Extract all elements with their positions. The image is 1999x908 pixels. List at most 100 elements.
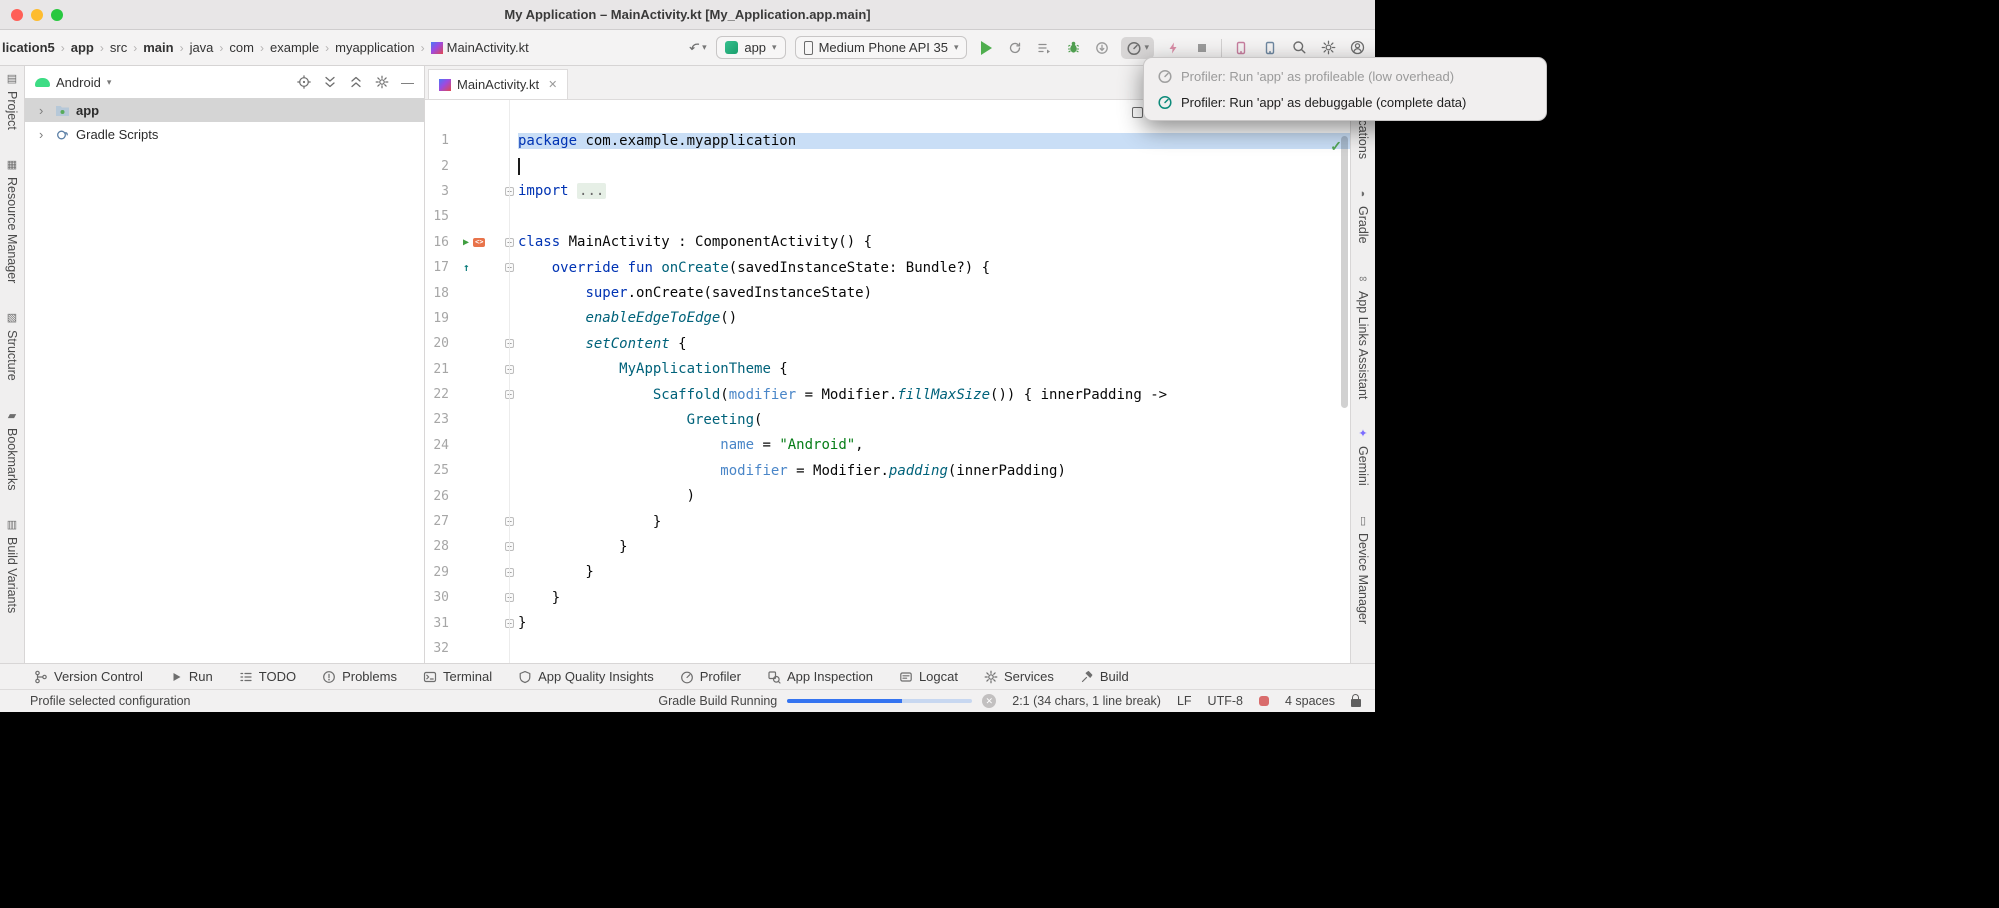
fold-marker-icon[interactable]: − — [505, 619, 514, 628]
breadcrumb-example[interactable]: example — [270, 40, 319, 55]
run-with-coverage-icon[interactable] — [1092, 37, 1112, 59]
fold-marker-icon[interactable]: − — [505, 263, 514, 272]
code-text[interactable]: MyApplicationTheme { — [518, 361, 1350, 377]
expand-all-icon[interactable] — [323, 75, 337, 89]
fold-marker-icon[interactable]: − — [505, 517, 514, 526]
line-number[interactable]: 3 — [425, 184, 455, 199]
code-text[interactable]: } — [518, 514, 1350, 530]
code-line-29[interactable]: 29 − } — [425, 560, 1350, 585]
tree-item-app[interactable]: ›app — [25, 98, 424, 122]
chevron-right-icon[interactable]: › — [39, 127, 49, 142]
line-separator-widget[interactable]: LF — [1177, 694, 1192, 708]
line-number[interactable]: 15 — [425, 209, 455, 224]
line-number[interactable]: 18 — [425, 286, 455, 301]
tool-window-button-version-control[interactable]: Version Control — [34, 669, 143, 684]
code-line-3[interactable]: 3−import ... — [425, 179, 1350, 204]
tool-window-button-terminal[interactable]: Terminal — [423, 669, 492, 684]
fold-marker-icon[interactable]: − — [505, 542, 514, 551]
code-line-19[interactable]: 19 enableEdgeToEdge() — [425, 306, 1350, 331]
account-avatar-icon[interactable] — [1347, 37, 1367, 59]
line-number[interactable]: 26 — [425, 489, 455, 504]
line-number[interactable]: 22 — [425, 387, 455, 402]
rerun-button[interactable] — [1005, 37, 1025, 59]
compose-preview-gutter-icon[interactable]: <> — [473, 238, 485, 247]
run-options-icon[interactable] — [1034, 37, 1054, 59]
code-editor[interactable]: 1 package com.example.myapplication 2 3−imp… — [425, 100, 1350, 663]
settings-icon[interactable] — [1318, 37, 1338, 59]
code-line-24[interactable]: 24 name = "Android", — [425, 433, 1350, 458]
vcs-widget-icon[interactable]: ▾ — [687, 37, 707, 59]
code-text[interactable]: class MainActivity : ComponentActivity()… — [518, 234, 1350, 250]
line-number[interactable]: 29 — [425, 565, 455, 580]
code-line-25[interactable]: 25 modifier = Modifier.padding(innerPadd… — [425, 458, 1350, 483]
line-number[interactable]: 16 — [425, 235, 455, 250]
breadcrumb-app[interactable]: app — [71, 40, 94, 55]
code-line-15[interactable]: 15 — [425, 204, 1350, 229]
line-number[interactable]: 17 — [425, 260, 455, 275]
stop-button[interactable] — [1192, 37, 1212, 59]
code-text[interactable]: super.onCreate(savedInstanceState) — [518, 285, 1350, 301]
line-number[interactable]: 32 — [425, 641, 455, 656]
line-number[interactable]: 20 — [425, 336, 455, 351]
cancel-build-icon[interactable]: ✕ — [982, 694, 996, 708]
panel-settings-icon[interactable] — [375, 75, 389, 89]
code-text[interactable]: } — [518, 615, 1350, 631]
device-manager-icon[interactable] — [1260, 37, 1280, 59]
code-text[interactable]: } — [518, 564, 1350, 580]
code-line-26[interactable]: 26 ) — [425, 483, 1350, 508]
overriding-method-gutter-icon[interactable]: ↑ — [463, 261, 470, 274]
search-everywhere-icon[interactable] — [1289, 37, 1309, 59]
close-window-button[interactable] — [11, 9, 23, 21]
tool-window-button-profiler[interactable]: Profiler — [680, 669, 741, 684]
project-view-selector[interactable]: Android — [56, 75, 101, 90]
breadcrumb-src[interactable]: src — [110, 40, 127, 55]
running-devices-icon[interactable] — [1231, 37, 1251, 59]
fold-marker-icon[interactable]: − — [505, 390, 514, 399]
code-text[interactable]: setContent { — [518, 336, 1350, 352]
run-button[interactable] — [976, 37, 996, 59]
line-number[interactable]: 23 — [425, 412, 455, 427]
hide-panel-icon[interactable]: — — [401, 75, 414, 90]
run-configuration-select[interactable]: app ▾ — [716, 36, 785, 59]
line-number[interactable]: 31 — [425, 616, 455, 631]
fold-marker-icon[interactable]: − — [505, 568, 514, 577]
code-text[interactable]: package com.example.myapplication — [518, 133, 1350, 149]
line-number[interactable]: 24 — [425, 438, 455, 453]
zoom-window-button[interactable] — [51, 9, 63, 21]
run-gutter-icon[interactable]: ▶ — [463, 237, 469, 248]
code-text[interactable]: Scaffold(modifier = Modifier.fillMaxSize… — [518, 387, 1350, 403]
tool-window-button-build[interactable]: Build — [1080, 669, 1129, 684]
tool-stripe-build-variants[interactable]: ▥Build Variants — [5, 520, 19, 613]
line-number[interactable]: 1 — [425, 133, 455, 148]
fold-marker-icon[interactable]: − — [505, 339, 514, 348]
tool-window-button-problems[interactable]: Problems — [322, 669, 397, 684]
tool-stripe-project[interactable]: ▤Project — [5, 74, 19, 130]
code-text[interactable]: } — [518, 539, 1350, 555]
tool-window-button-services[interactable]: Services — [984, 669, 1054, 684]
tree-item-gradle-scripts[interactable]: ›Gradle Scripts — [25, 122, 424, 146]
fold-marker-icon[interactable]: − — [505, 365, 514, 374]
code-line-30[interactable]: 30− } — [425, 585, 1350, 610]
profiler-button[interactable]: ▾ — [1121, 37, 1154, 59]
code-line-31[interactable]: 31 −} — [425, 610, 1350, 635]
code-line-23[interactable]: 23 Greeting( — [425, 407, 1350, 432]
code-text[interactable]: enableEdgeToEdge() — [518, 310, 1350, 326]
tool-stripe-app-links-assistant[interactable]: ∞App Links Assistant — [1356, 274, 1370, 399]
line-number[interactable]: 30 — [425, 590, 455, 605]
code-line-16[interactable]: 16 ▶ <> −class MainActivity : ComponentActi… — [425, 230, 1350, 255]
code-line-28[interactable]: 28− } — [425, 534, 1350, 559]
breadcrumb-myapplication[interactable]: myapplication — [335, 40, 415, 55]
breadcrumb-com[interactable]: com — [229, 40, 254, 55]
device-select[interactable]: Medium Phone API 35 ▾ — [795, 36, 968, 59]
minimize-window-button[interactable] — [31, 9, 43, 21]
breadcrumb-main[interactable]: main — [143, 40, 173, 55]
editor-scrollbar[interactable] — [1341, 136, 1348, 408]
line-number[interactable]: 2 — [425, 159, 455, 174]
tool-window-button-app-inspection[interactable]: App Inspection — [767, 669, 873, 684]
code-text[interactable]: } — [518, 590, 1350, 606]
line-number[interactable]: 27 — [425, 514, 455, 529]
fold-marker-icon[interactable]: − — [505, 238, 514, 247]
chevron-down-icon[interactable]: ▾ — [107, 77, 112, 88]
tool-window-button-todo[interactable]: TODO — [239, 669, 296, 684]
code-text[interactable]: Greeting( — [518, 412, 1350, 428]
